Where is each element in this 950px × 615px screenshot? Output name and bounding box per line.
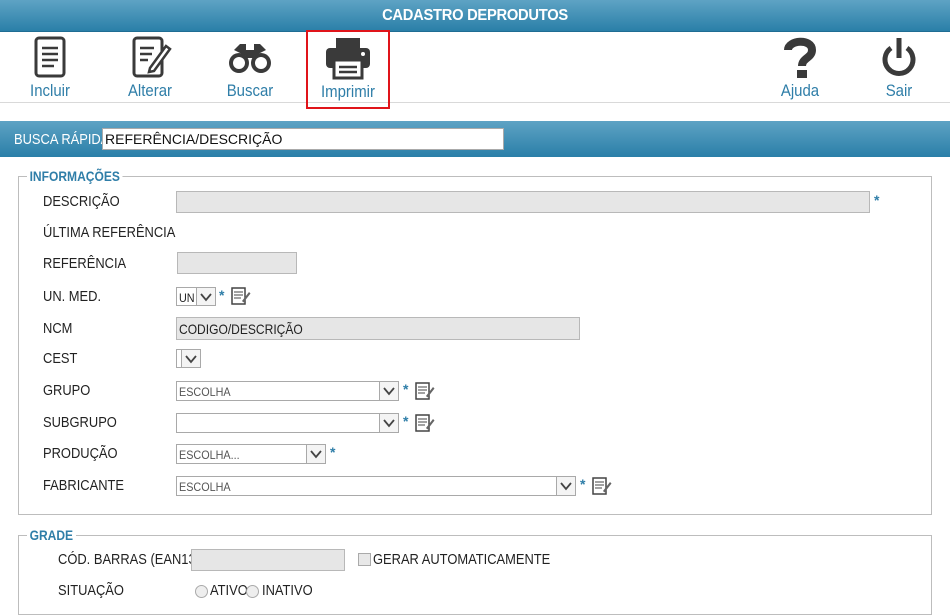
grupo-select[interactable]: ESCOLHA [176,381,399,401]
power-icon [882,38,916,76]
situacao-label: SITUAÇÃO [58,582,124,599]
descricao-required-mark: * [874,192,880,208]
producao-select[interactable]: ESCOLHA... [176,444,326,464]
quick-search-label: BUSCA RÁPIDA [14,131,110,148]
edit-note-icon[interactable] [415,382,435,400]
ajuda-button[interactable]: Ajuda [768,32,832,100]
edit-note-icon[interactable] [592,477,612,495]
referencia-label: REFERÊNCIA [43,255,127,272]
cod-barras-input[interactable] [191,549,345,571]
grupo-label: GRUPO [43,382,91,399]
fabricante-label: FABRICANTE [43,477,125,494]
subgrupo-label: SUBGRUPO [43,414,117,431]
producao-required-mark: * [330,444,336,460]
cod-barras-label: CÓD. BARRAS (EAN13) [58,551,200,568]
incluir-label: Incluir [30,81,70,100]
un-med-label: UN. MED. [43,288,102,305]
imprimir-button[interactable]: Imprimir [306,30,390,109]
chevron-down-icon [306,445,325,463]
chevron-down-icon [379,414,398,432]
chevron-down-icon [556,477,575,495]
fabricante-required-mark: * [580,476,586,492]
quick-search-input[interactable] [102,128,504,150]
chevron-down-icon [196,288,215,305]
inativo-label: INATIVO [262,582,313,599]
buscar-label: Buscar [226,81,274,100]
subgrupo-select[interactable] [176,413,399,433]
un-med-select[interactable]: UN [176,287,216,306]
alterar-button[interactable]: Alterar [116,32,184,100]
un-med-required-mark: * [219,287,225,303]
subgrupo-required-mark: * [403,413,409,429]
ativo-radio[interactable] [195,585,208,598]
descricao-input[interactable] [176,191,870,213]
edit-note-icon[interactable] [415,414,435,432]
title-bar: CADASTRO DEPRODUTOS [0,0,950,32]
producao-label: PRODUÇÃO [43,445,118,462]
quick-search-bar: BUSCA RÁPIDA [0,121,950,157]
printer-icon [326,38,370,80]
chevron-down-icon [379,382,398,400]
referencia-input[interactable] [177,252,297,274]
ncm-input[interactable]: CODIGO/DESCRIÇÃO [176,317,580,340]
chevron-down-icon [181,350,200,367]
grade-legend: GRADE [27,527,76,543]
edit-document-icon [132,36,172,78]
toolbar: Incluir Alterar Buscar Imprimir Ajuda Sa… [0,30,950,109]
question-mark-icon [784,37,817,78]
informacoes-legend: INFORMAÇÕES [27,168,123,184]
descricao-label: DESCRIÇÃO [43,193,120,210]
ultima-referencia-label: ÚLTIMA REFERÊNCIA [43,224,176,241]
sair-label: Sair [885,81,913,100]
ncm-label: NCM [43,320,73,337]
gerar-automaticamente-label: GERAR AUTOMATICAMENTE [373,551,551,568]
window-title: CADASTRO DEPRODUTOS [382,7,568,24]
edit-note-icon[interactable] [231,287,251,305]
fabricante-select[interactable]: ESCOLHA [176,476,576,496]
sair-button[interactable]: Sair [868,32,930,100]
gerar-automaticamente-checkbox[interactable] [358,553,371,566]
cest-select[interactable] [176,349,201,368]
inativo-radio[interactable] [246,585,259,598]
binoculars-icon [229,44,271,73]
incluir-button[interactable]: Incluir [16,32,84,100]
alterar-label: Alterar [127,81,173,100]
imprimir-label: Imprimir [320,82,376,101]
cest-label: CEST [43,350,78,367]
ajuda-label: Ajuda [780,81,820,100]
buscar-button[interactable]: Buscar [216,32,284,100]
grade-panel [18,535,932,615]
grupo-required-mark: * [403,381,409,397]
document-icon [34,36,66,78]
ativo-label: ATIVO [210,582,248,599]
